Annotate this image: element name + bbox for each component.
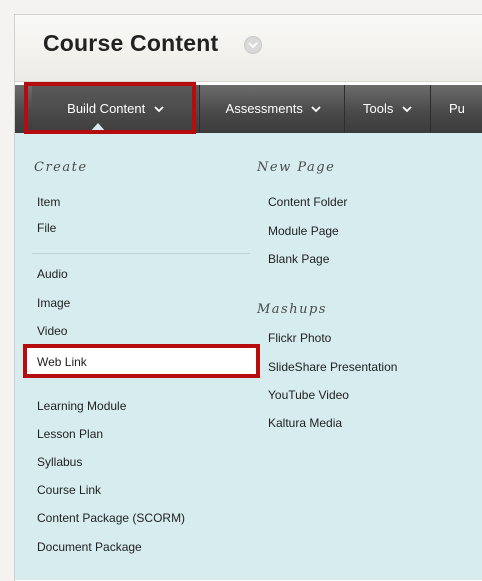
menu-item-flickr-photo[interactable]: Flickr Photo [268,331,331,345]
assessments-menu[interactable]: Assessments [203,85,345,133]
menu-item-kaltura-media[interactable]: Kaltura Media [268,416,342,430]
menu-item-syllabus[interactable]: Syllabus [37,455,82,469]
create-heading: Create [34,160,88,175]
menu-item-video[interactable]: Video [37,324,67,338]
menu-item-content-package[interactable]: Content Package (SCORM) [37,511,185,525]
menu-item-web-link[interactable]: Web Link [37,355,87,369]
menu-item-learning-module[interactable]: Learning Module [37,399,126,413]
chevron-down-icon [248,42,258,49]
highlight-box-build-content [24,82,196,134]
create-divider [32,253,250,254]
menu-item-youtube-video[interactable]: YouTube Video [268,388,349,402]
partial-menu-label: Pu [449,101,465,116]
partial-menu[interactable]: Pu [431,85,482,133]
menu-item-audio[interactable]: Audio [37,267,68,281]
menu-item-course-link[interactable]: Course Link [37,483,101,497]
assessments-label: Assessments [225,101,303,116]
menu-item-content-folder[interactable]: Content Folder [268,195,347,209]
menu-item-image[interactable]: Image [37,296,70,310]
menu-item-lesson-plan[interactable]: Lesson Plan [37,427,103,441]
menu-item-item[interactable]: Item [37,195,60,209]
tools-label: Tools [363,101,394,116]
chevron-down-icon [402,106,412,113]
mashups-heading: Mashups [257,302,327,317]
title-options-button[interactable] [244,36,262,54]
menu-item-document-package[interactable]: Document Package [37,540,142,554]
menu-item-file[interactable]: File [37,221,56,235]
menu-item-module-page[interactable]: Module Page [268,224,339,238]
page-title: Course Content [43,30,219,56]
new-page-heading: New Page [257,160,336,175]
tools-menu[interactable]: Tools [345,85,431,133]
menu-item-blank-page[interactable]: Blank Page [268,252,329,266]
menu-item-slideshare[interactable]: SlideShare Presentation [268,360,397,374]
chevron-down-icon [311,106,322,113]
